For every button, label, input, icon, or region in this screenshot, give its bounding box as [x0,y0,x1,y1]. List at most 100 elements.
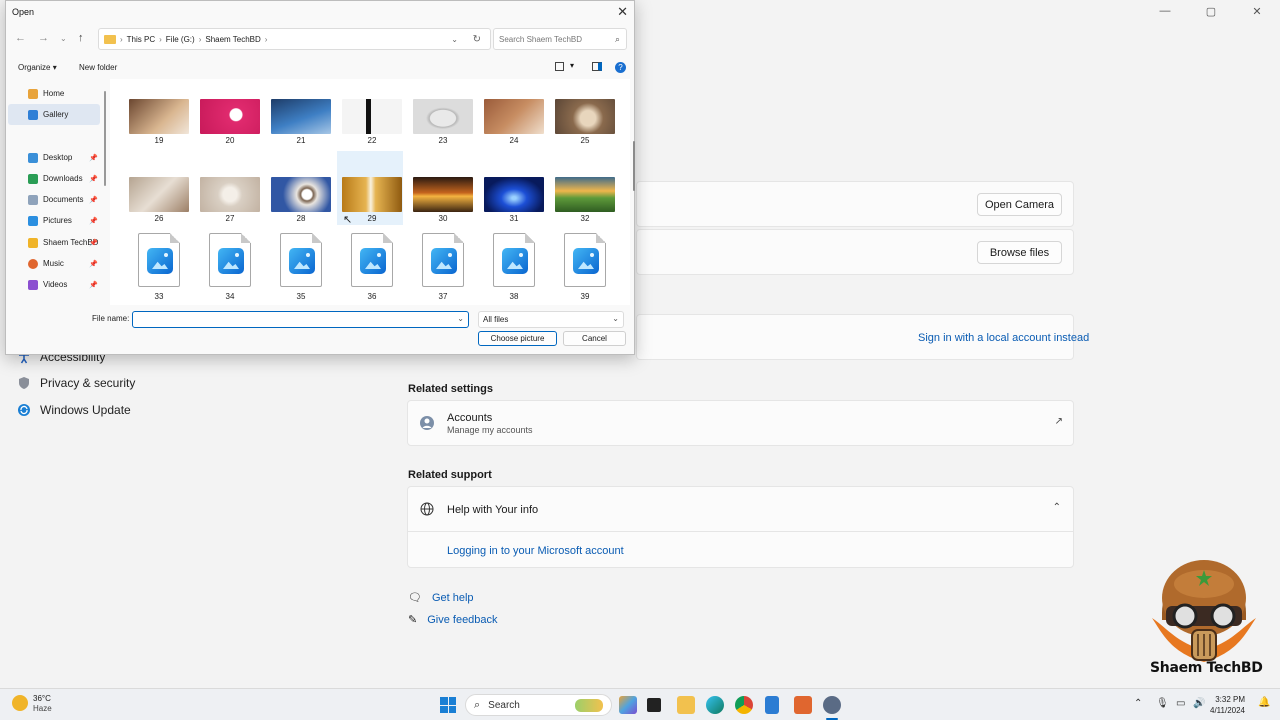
network-icon[interactable]: ▭ [1176,698,1185,709]
sidebar-item-label: Privacy & security [40,376,136,390]
image-file-icon [493,233,535,287]
start-icon[interactable] [440,697,456,713]
app-icon[interactable] [794,696,812,714]
search-input[interactable]: Search Shaem TechBD ⌕ [493,28,627,50]
nav-item-home[interactable]: Home [8,83,100,104]
accounts-card[interactable]: Accounts Manage my accounts ↗ [407,400,1074,446]
file-type-select[interactable]: All files ⌄ [478,311,624,328]
sidebar-item-privacy[interactable]: Privacy & security [16,375,135,391]
file-item[interactable]: 27 [195,151,261,225]
breadcrumb-drive[interactable]: File (G:) [166,35,195,44]
nav-scrollbar[interactable] [104,91,106,186]
thumbnail [342,177,402,212]
give-feedback-link[interactable]: Give feedback [427,614,497,626]
up-icon[interactable]: ↑ [78,32,84,44]
weather-temp: 36°C [33,694,51,703]
pin-icon: 📌 [89,281,98,289]
file-name: 20 [225,136,235,145]
nav-item-pictures[interactable]: Pictures 📌 [8,210,100,231]
file-item[interactable]: 37 [408,229,474,303]
nav-item-shaem-techbd[interactable]: Shaem TechBD 📌 [8,232,100,253]
organize-button[interactable]: Organize ▾ [18,63,57,72]
chevron-up-icon[interactable]: ⌃ [1134,698,1142,709]
nav-item-label: Videos [43,280,68,289]
maximize-icon[interactable]: ▢ [1188,0,1234,22]
pin-icon: 📌 [89,154,98,162]
breadcrumb-this-pc[interactable]: This PC [127,35,155,44]
nav-item-label: Downloads [43,174,83,183]
view-dropdown-icon[interactable]: ▾ [570,61,574,70]
file-item[interactable]: 33 [124,229,190,303]
address-dropdown-icon[interactable]: ⌄ [451,35,458,44]
edge-icon[interactable] [706,696,724,714]
close-icon[interactable]: ✕ [617,4,628,20]
get-help-row[interactable]: 🗨 Get help [408,591,474,605]
nav-item-music[interactable]: Music 📌 [8,253,100,274]
file-item[interactable]: 32 [550,151,616,225]
notepad-icon[interactable] [765,696,779,714]
breadcrumb-folder[interactable]: Shaem TechBD [205,35,260,44]
file-list-scrollbar[interactable] [633,141,635,191]
new-folder-button[interactable]: New folder [79,63,117,72]
get-help-link[interactable]: Get help [432,592,474,604]
file-item[interactable]: 31 [479,151,545,225]
file-item[interactable]: 28 [266,151,332,225]
chrome-icon[interactable] [735,696,753,714]
nav-item-downloads[interactable]: Downloads 📌 [8,168,100,189]
file-item[interactable]: 38 [479,229,545,303]
image-file-icon [564,233,606,287]
taskbar-search[interactable]: ⌕ Search [465,694,612,716]
recent-locations-icon[interactable]: ⌄ [60,34,67,43]
settings-gear-icon[interactable] [823,696,841,714]
file-explorer-icon[interactable] [677,696,695,714]
notification-icon[interactable]: 🔔 [1258,697,1270,708]
copilot-icon[interactable] [619,696,637,714]
file-name-input[interactable]: ⌄ [132,311,469,328]
file-item[interactable]: 39 [550,229,616,303]
thumbnail [271,99,331,134]
search-label: Search [488,699,520,711]
refresh-icon[interactable]: ↻ [473,34,481,45]
browse-files-button[interactable]: Browse files [977,241,1062,264]
chevron-up-icon[interactable]: ⌃ [1053,502,1061,513]
close-icon[interactable]: ✕ [1234,0,1280,22]
file-item[interactable]: 26 [124,151,190,225]
chevron-down-icon[interactable]: ⌄ [457,314,464,323]
file-name: 31 [509,214,519,223]
address-bar[interactable]: › This PC › File (G:) › Shaem TechBD › ⌄… [98,28,491,50]
cancel-button[interactable]: Cancel [563,331,626,346]
task-view-icon[interactable] [647,698,661,712]
image-file-icon [422,233,464,287]
file-item[interactable]: 30 [408,151,474,225]
window-controls: — ▢ ✕ [1142,0,1280,22]
volume-icon[interactable]: 🔊 [1193,698,1205,709]
thumbnail [129,177,189,212]
view-icon[interactable] [555,62,564,71]
preview-pane-icon[interactable] [592,62,602,71]
choose-picture-button[interactable]: Choose picture [478,331,557,346]
minimize-icon[interactable]: — [1142,0,1188,22]
time: 3:32 PM [1215,695,1245,704]
back-icon[interactable]: ← [15,32,26,44]
nav-item-gallery[interactable]: Gallery [8,104,100,125]
weather-widget[interactable]: 36°C Haze [33,694,52,714]
file-item[interactable]: 34 [195,229,261,303]
file-item[interactable]: 36 [337,229,403,303]
nav-item-videos[interactable]: Videos 📌 [8,274,100,295]
weather-icon[interactable] [12,695,28,711]
help-icon[interactable]: ? [615,62,626,73]
sidebar-item-windows-update[interactable]: Windows Update [16,402,131,418]
forward-icon[interactable]: → [38,32,49,44]
thumbnail [271,177,331,212]
help-link[interactable]: Logging in to your Microsoft account [447,545,624,557]
nav-item-documents[interactable]: Documents 📌 [8,189,100,210]
give-feedback-row[interactable]: ✎ Give feedback [408,613,498,627]
file-item[interactable]: 35 [266,229,332,303]
file-name: 22 [367,136,377,145]
clock[interactable]: 3:32 PM 4/11/2024 [1210,694,1245,716]
open-camera-button[interactable]: Open Camera [977,193,1062,216]
nav-item-desktop[interactable]: Desktop 📌 [8,147,100,168]
microphone-icon[interactable]: 🎙 [1156,698,1169,709]
sign-in-local-link[interactable]: Sign in with a local account instead [918,332,1089,344]
nav-item-label: Gallery [43,110,69,119]
